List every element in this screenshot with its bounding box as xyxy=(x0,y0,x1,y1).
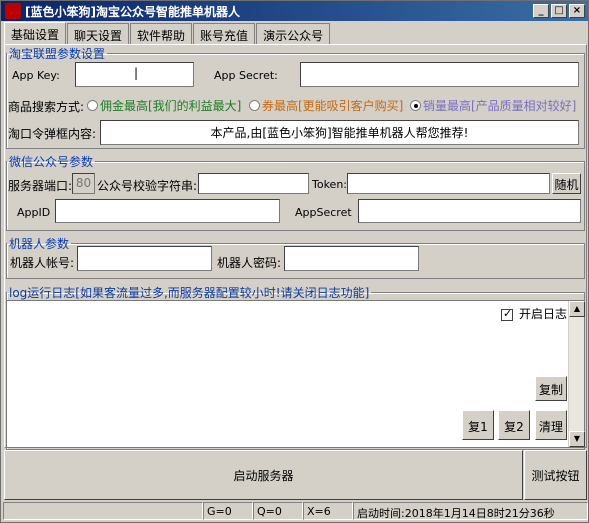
window-title: [蓝色小笨狗]淘宝公众号智能推单机器人 xyxy=(25,4,240,19)
enable-log-checkbox[interactable] xyxy=(501,307,513,321)
status-x: X=6 xyxy=(303,502,353,520)
appid-label: AppID xyxy=(17,206,51,219)
robot-legend: 机器人参数 xyxy=(9,237,70,251)
minimize-button[interactable]: _ xyxy=(533,4,549,18)
copy1-button[interactable]: 复1 xyxy=(462,410,494,440)
tab-demo-account[interactable]: 演示公众号 xyxy=(256,23,331,45)
start-server-button[interactable]: 启动服务器 xyxy=(4,450,523,500)
token-label: Token: xyxy=(312,178,348,191)
status-g: G=0 xyxy=(203,502,253,520)
scroll-down-icon[interactable]: ▼ xyxy=(569,431,585,447)
popup-content-input[interactable]: 本产品,由[蓝色小笨狗]智能推单机器人帮您推荐! xyxy=(100,120,579,145)
verify-string-input[interactable] xyxy=(198,173,309,194)
app-secret-input[interactable] xyxy=(300,62,579,87)
app-key-label: App Key: xyxy=(12,69,60,82)
tab-bar: 基础设置 聊天设置 软件帮助 账号充值 演示公众号 xyxy=(1,22,588,45)
radio-sales[interactable] xyxy=(410,100,421,111)
clear-log-button[interactable]: 清理 xyxy=(535,410,567,440)
enable-log-toggle[interactable]: 开启日志 xyxy=(501,305,567,322)
search-mode-commission[interactable]: 佣金最高[我们的利益最大] xyxy=(84,97,241,114)
search-mode-label: 商品搜索方式: xyxy=(8,100,85,114)
token-input[interactable] xyxy=(347,173,550,194)
appid-input[interactable] xyxy=(55,199,280,223)
wechat-legend: 微信公众号参数 xyxy=(9,155,94,169)
appsecret-input[interactable] xyxy=(358,199,581,223)
appsecret-label: AppSecret xyxy=(295,206,352,219)
close-button[interactable]: × xyxy=(569,4,585,18)
tab-account-recharge[interactable]: 账号充值 xyxy=(193,23,256,45)
test-button[interactable]: 测试按钮 xyxy=(524,450,587,500)
server-port-label: 服务器端口: xyxy=(8,179,73,193)
app-logo-icon xyxy=(5,3,21,19)
enable-log-label: 开启日志 xyxy=(519,307,568,321)
commission-option-label: 佣金最高[我们的利益最大] xyxy=(100,99,242,113)
robot-account-label: 机器人帐号: xyxy=(10,256,75,270)
radio-commission[interactable] xyxy=(87,100,98,111)
app-key-input[interactable]: | xyxy=(75,62,194,87)
status-start-time: 启动时间:2018年1月14日8时21分36秒 xyxy=(353,502,588,520)
copy2-button[interactable]: 复2 xyxy=(498,410,530,440)
tab-software-help[interactable]: 软件帮助 xyxy=(130,23,193,45)
popup-content-label: 淘口令弹框内容: xyxy=(8,127,97,141)
title-bar[interactable]: [蓝色小笨狗]淘宝公众号智能推单机器人 _ □ × xyxy=(1,1,588,21)
radio-coupon[interactable] xyxy=(249,100,260,111)
robot-password-input[interactable] xyxy=(284,246,419,271)
main-window: [蓝色小笨狗]淘宝公众号智能推单机器人 _ □ × 基础设置 聊天设置 软件帮助… xyxy=(0,0,589,523)
search-mode-coupon[interactable]: 券最高[更能吸引客户购买] xyxy=(246,97,403,114)
status-bar: G=0 Q=0 X=6 启动时间:2018年1月14日8时21分36秒 xyxy=(3,502,588,520)
robot-account-input[interactable] xyxy=(77,246,212,271)
status-segment-1 xyxy=(3,502,203,520)
verify-string-label: 公众号校验字符串: xyxy=(97,179,198,193)
copy-button[interactable]: 复制 xyxy=(535,376,567,401)
sales-option-label: 销量最高[产品质量相对较好] xyxy=(423,99,577,113)
app-secret-label: App Secret: xyxy=(214,69,278,82)
scroll-up-icon[interactable]: ▲ xyxy=(569,301,585,317)
robot-password-label: 机器人密码: xyxy=(217,256,282,270)
tab-basic-settings[interactable]: 基础设置 xyxy=(4,22,67,45)
coupon-option-label: 券最高[更能吸引客户购买] xyxy=(262,99,404,113)
server-port-input[interactable]: 80 xyxy=(72,173,95,194)
status-q: Q=0 xyxy=(253,502,303,520)
log-scrollbar[interactable]: ▲ ▼ xyxy=(568,301,585,447)
taobao-legend: 淘宝联盟参数设置 xyxy=(9,47,106,61)
search-mode-sales[interactable]: 销量最高[产品质量相对较好] xyxy=(407,97,576,114)
tab-chat-settings[interactable]: 聊天设置 xyxy=(67,23,130,45)
log-legend: log运行日志[如果客流量过多,而服务器配置较小时!请关闭日志功能] xyxy=(9,286,370,300)
random-token-button[interactable]: 随机 xyxy=(552,173,581,194)
maximize-button[interactable]: □ xyxy=(551,4,567,18)
